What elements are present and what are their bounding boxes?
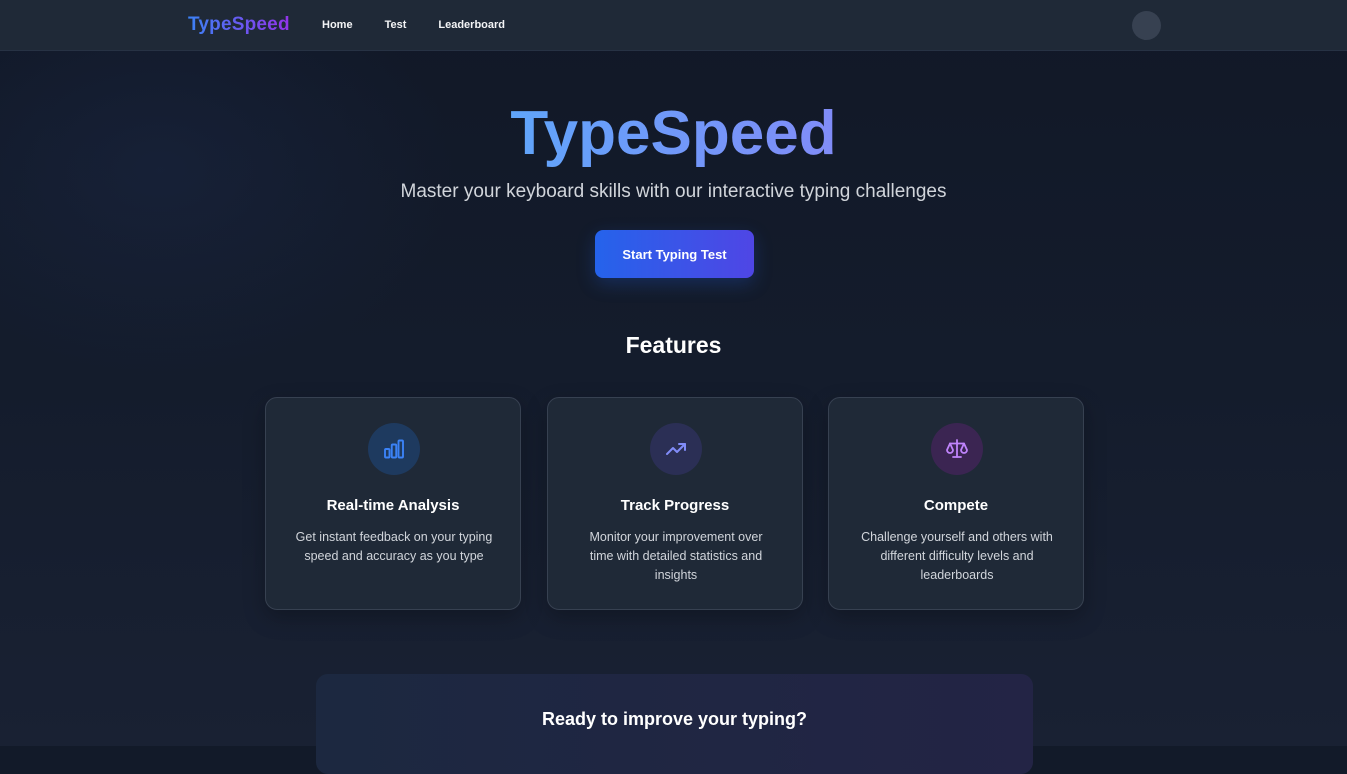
features-heading: Features <box>625 332 722 358</box>
scale-icon <box>931 423 983 475</box>
nav-links: Home Test Leaderboard <box>322 19 537 31</box>
feature-card-compete: Compete Challenge yourself and others wi… <box>828 397 1084 610</box>
user-avatar[interactable] <box>1132 11 1161 40</box>
top-navbar: TypeSpeed Home Test Leaderboard <box>0 0 1347 51</box>
nav-link-home[interactable]: Home <box>322 19 353 31</box>
feature-card-title: Compete <box>923 497 989 514</box>
trending-up-icon <box>650 423 702 475</box>
brand-logo[interactable]: TypeSpeed <box>188 14 290 36</box>
feature-card-track-progress: Track Progress Monitor your improvement … <box>547 397 803 610</box>
feature-card-title: Track Progress <box>620 497 730 514</box>
feature-card-description: Challenge yourself and others with diffe… <box>861 530 1053 582</box>
start-typing-test-button[interactable]: Start Typing Test <box>595 230 754 278</box>
feature-card-real-time-analysis: Real-time Analysis Get instant feedback … <box>265 397 521 610</box>
nav-link-leaderboard[interactable]: Leaderboard <box>438 19 505 31</box>
bottom-cta-title: Ready to improve your typing? <box>541 709 808 729</box>
bar-chart-icon <box>368 423 420 475</box>
hero-title-text: TypeSpeed <box>510 99 837 168</box>
feature-card-title: Real-time Analysis <box>326 497 460 514</box>
hero-title: TypeSpeed <box>0 98 1347 170</box>
bottom-cta-panel: Ready to improve your typing? <box>316 674 1033 774</box>
feature-card-description: Get instant feedback on your typing spee… <box>295 530 493 563</box>
feature-card-description: Monitor your improvement over time with … <box>589 530 763 582</box>
hero-subtitle: Master your keyboard skills with our int… <box>400 181 947 202</box>
nav-link-test[interactable]: Test <box>385 19 407 31</box>
